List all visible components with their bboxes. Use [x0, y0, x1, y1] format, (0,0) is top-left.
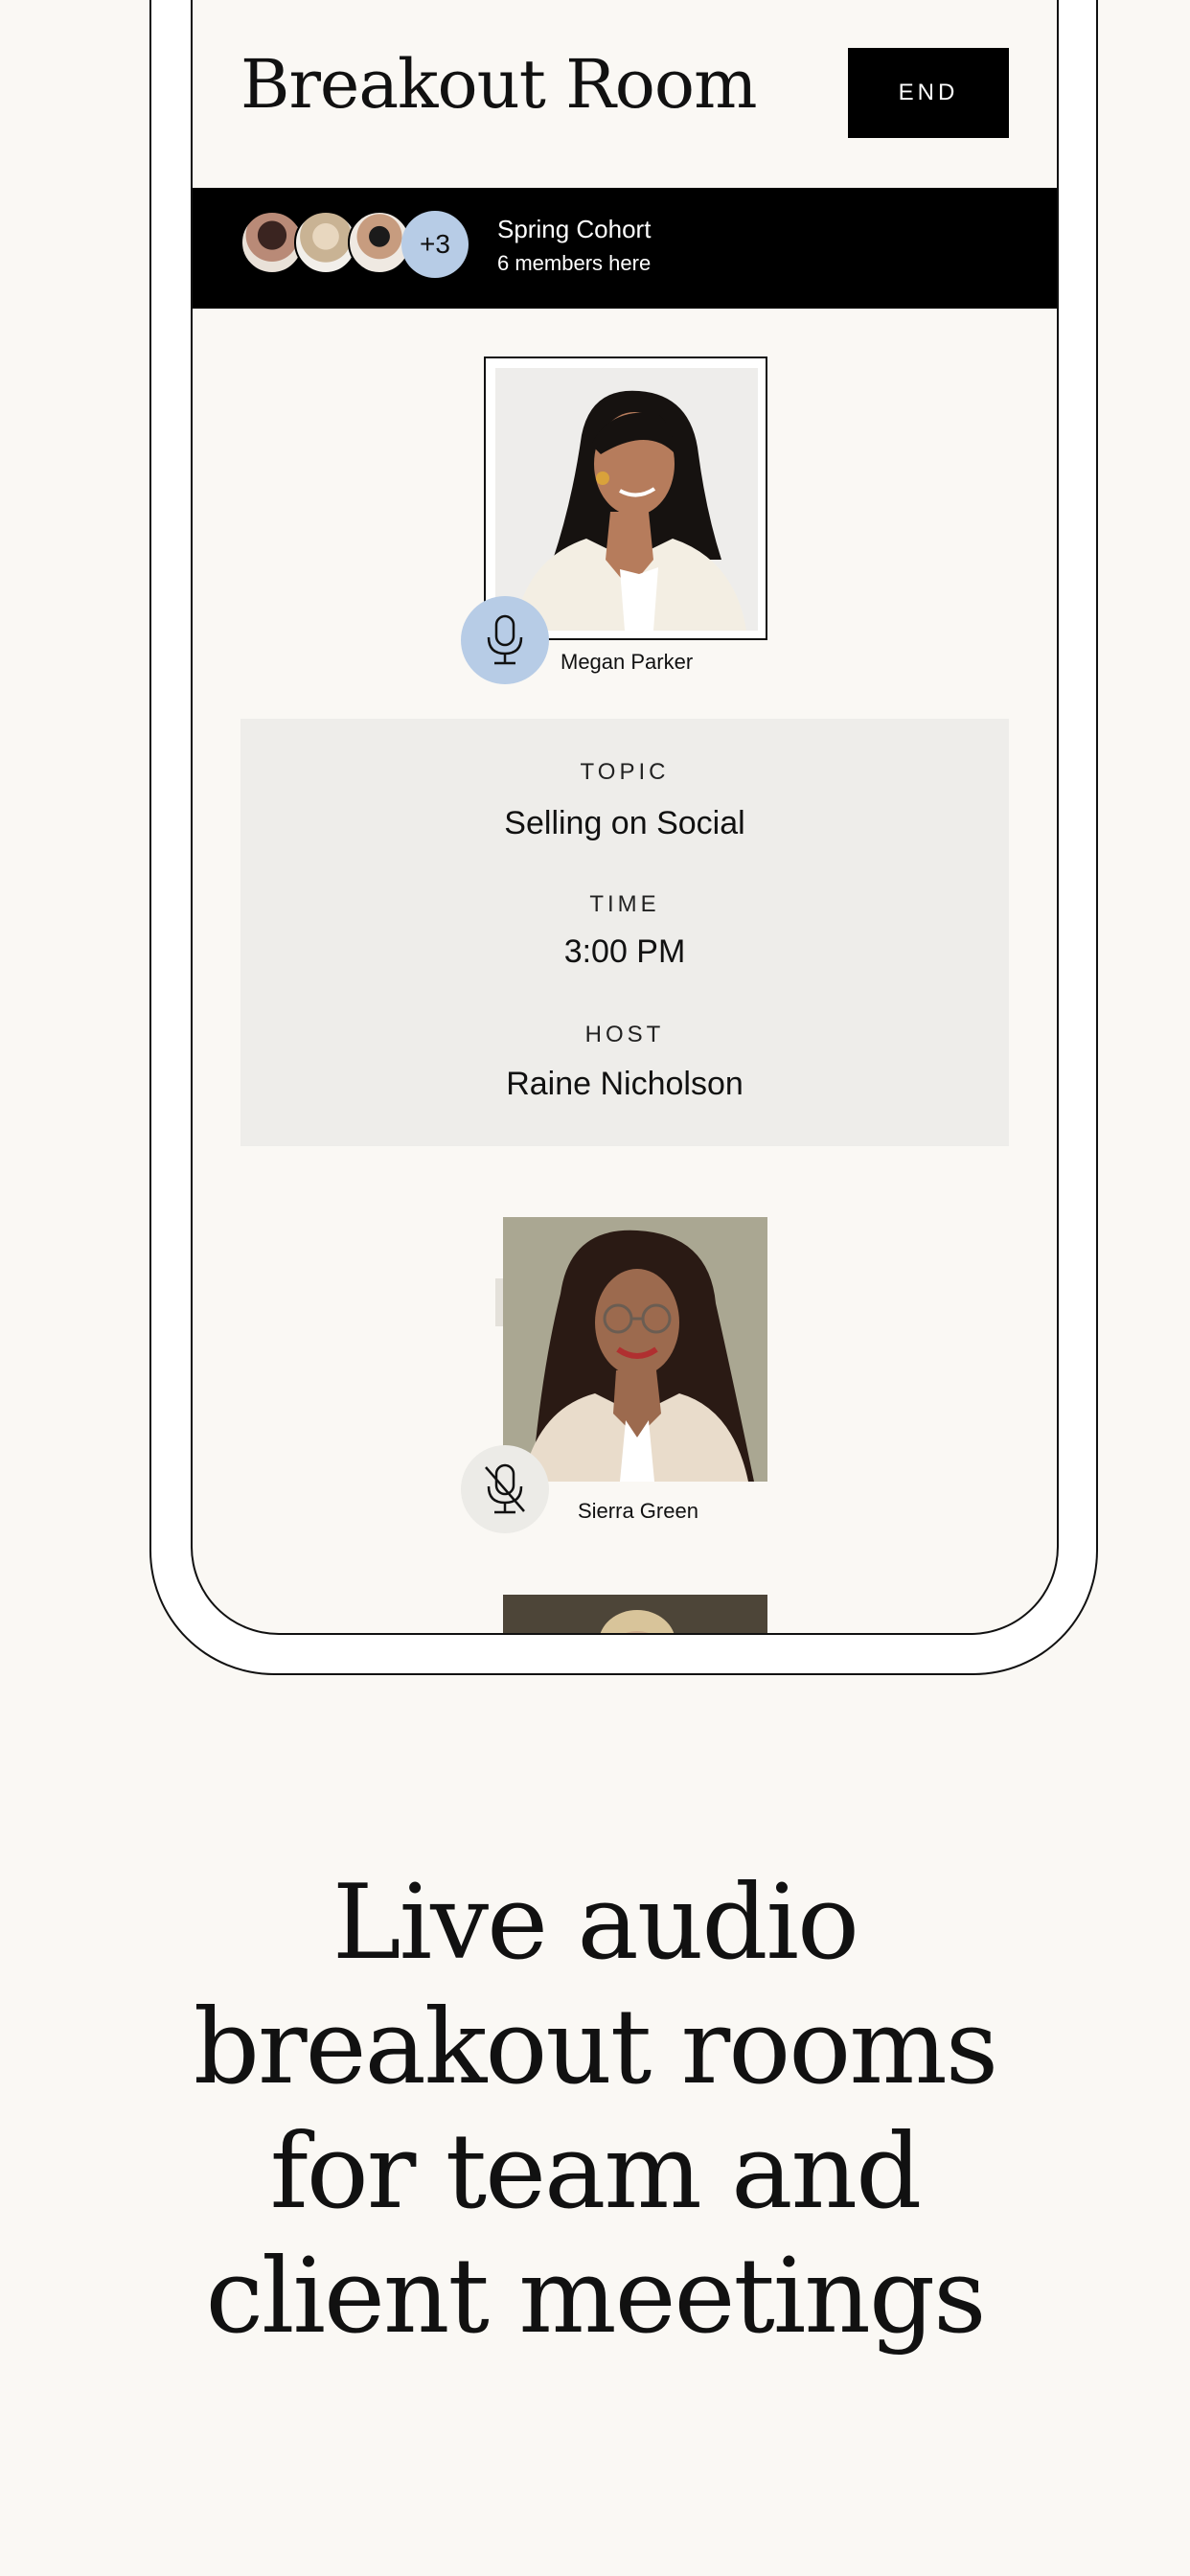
- participant-card[interactable]: [484, 356, 767, 640]
- mic-button[interactable]: [461, 596, 549, 684]
- mic-icon: [487, 614, 523, 665]
- participant-photo[interactable]: [503, 1217, 767, 1482]
- portrait-image: [503, 1595, 767, 1633]
- portrait-image: [495, 368, 758, 631]
- participant-photo[interactable]: [503, 1595, 767, 1633]
- time-value: 3:00 PM: [563, 933, 686, 970]
- mic-button[interactable]: [461, 1445, 549, 1533]
- tagline-line: client meetings: [205, 2237, 986, 2357]
- tagline-line: breakout rooms: [193, 1988, 998, 2107]
- portrait-image: [503, 1217, 767, 1482]
- participant-photo: [495, 368, 758, 631]
- participant-name: Sierra Green: [578, 1499, 698, 1523]
- end-button[interactable]: END: [848, 48, 1009, 138]
- room-info-card: TOPIC Selling on Social TIME 3:00 PM HOS…: [240, 719, 1009, 1146]
- card-tab: [495, 1278, 503, 1326]
- host-value: Raine Nicholson: [506, 1066, 744, 1102]
- marketing-tagline: Live audio breakout rooms for team and c…: [0, 1861, 1190, 2359]
- tagline-line: Live audio: [332, 1863, 859, 1983]
- host-label: HOST: [584, 1022, 665, 1047]
- phone-screen: Breakout Room END +3 Spring Cohort 6 mem…: [191, 0, 1059, 1635]
- members-count: 6 members here: [497, 251, 652, 275]
- topic-value: Selling on Social: [504, 805, 745, 841]
- topic-label: TOPIC: [580, 759, 670, 785]
- cohort-name: Spring Cohort: [497, 215, 652, 243]
- page-title: Breakout Room: [240, 45, 757, 124]
- cohort-bar[interactable]: +3 Spring Cohort 6 members here: [193, 188, 1057, 309]
- more-members-badge[interactable]: +3: [401, 211, 469, 278]
- tagline-line: for team and: [269, 2112, 922, 2232]
- mic-off-icon: [485, 1463, 525, 1514]
- time-label: TIME: [589, 891, 660, 917]
- participant-name: Megan Parker: [561, 650, 694, 674]
